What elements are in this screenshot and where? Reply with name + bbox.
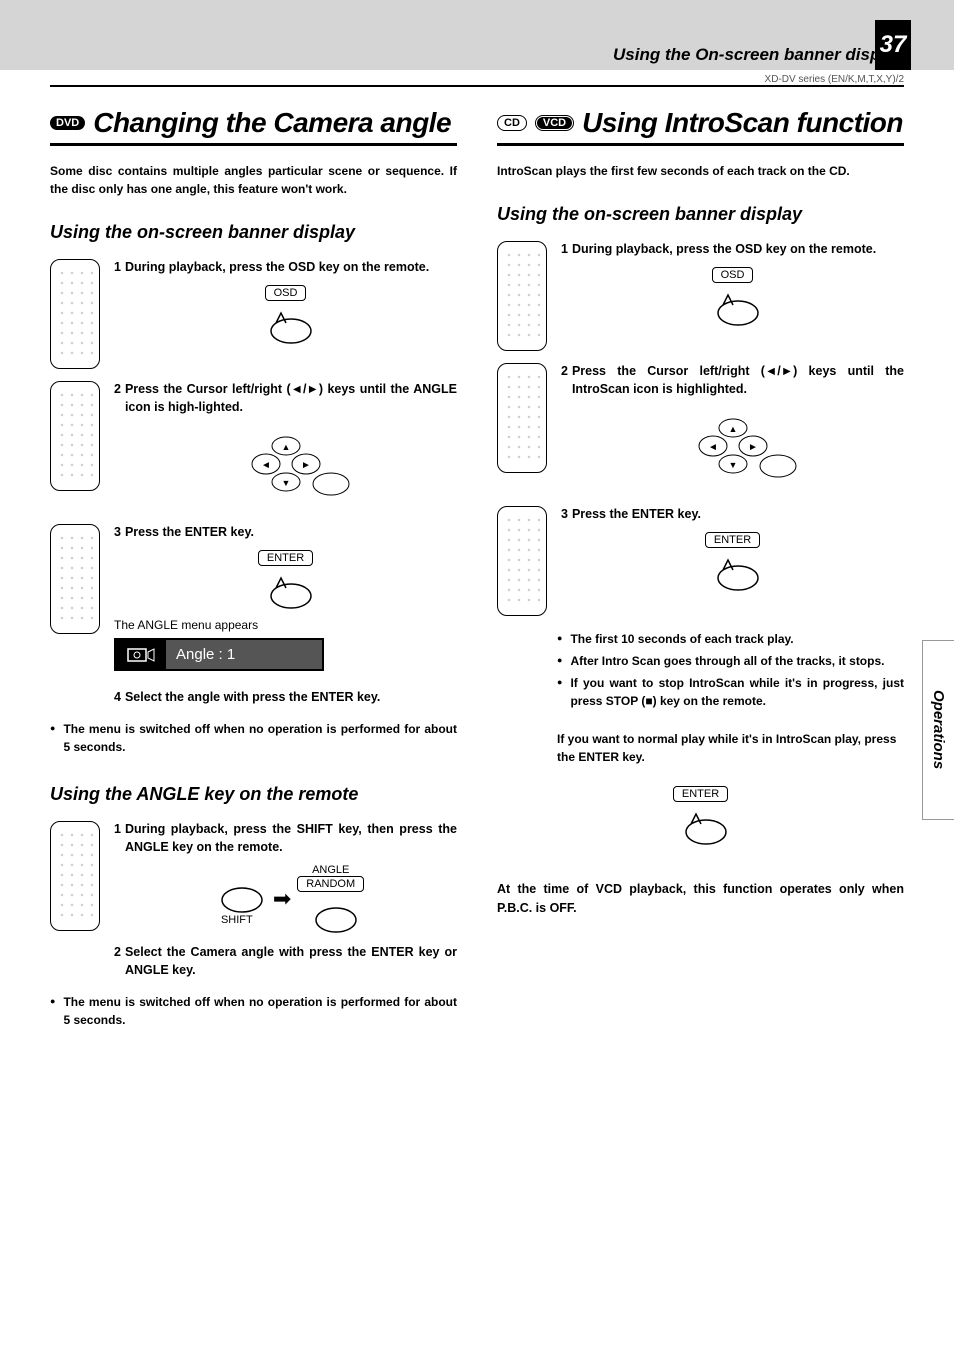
bullet-text: If you want to stop IntroScan while it's… xyxy=(570,674,904,710)
step-number: 2 xyxy=(114,944,121,979)
step-number: 1 xyxy=(114,259,121,277)
right-heading-text: Using IntroScan function xyxy=(582,107,903,139)
shift-label: SHIFT xyxy=(221,914,253,926)
left-column: DVD Changing the Camera angle Some disc … xyxy=(50,107,457,1033)
page-number: 37 xyxy=(875,20,911,70)
vcd-note: At the time of VCD playback, this functi… xyxy=(497,880,904,918)
svg-text:▲: ▲ xyxy=(281,442,290,452)
vcd-badge: VCD xyxy=(535,115,574,131)
svg-text:◄: ◄ xyxy=(708,442,718,453)
left-step2-1: 1 During playback, press the SHIFT key, … xyxy=(50,821,457,979)
heading-underline xyxy=(50,143,457,146)
heading-underline xyxy=(497,143,904,146)
side-tab-label: Operations xyxy=(930,690,947,769)
dpad-icon: ◄ ► ▲ ▼ xyxy=(663,406,803,486)
osd-key-label: OSD xyxy=(265,285,307,301)
step-number: 2 xyxy=(561,363,568,398)
remote-icon xyxy=(50,821,100,931)
header-title: Using the On-screen banner display xyxy=(613,45,904,65)
angle-menu: Angle : 1 xyxy=(114,638,324,671)
remote-icon xyxy=(50,381,100,491)
series-code: XD-DV series (EN/K,M,T,X,Y)/2 xyxy=(0,70,954,85)
right-intro: IntroScan plays the first few seconds of… xyxy=(497,162,904,180)
hand-press-icon xyxy=(256,303,316,345)
page-header-gray-bar: Using the On-screen banner display 37 xyxy=(0,0,954,70)
cd-badge: CD xyxy=(497,115,527,131)
angle-menu-text: Angle : 1 xyxy=(166,640,322,669)
note-text: The menu is switched off when no operati… xyxy=(63,720,457,756)
osd-key-label: OSD xyxy=(712,267,754,283)
step-number: 3 xyxy=(114,524,121,542)
hand-press-icon xyxy=(301,892,361,934)
hand-press-icon xyxy=(207,872,267,914)
svg-text:◄: ◄ xyxy=(261,460,271,471)
remote-icon xyxy=(497,363,547,473)
random-key-label: RANDOM xyxy=(297,876,364,892)
right-note-plain: If you want to normal play while it's in… xyxy=(557,730,904,766)
bullet-text: After Intro Scan goes through all of the… xyxy=(570,652,884,670)
step-number: 4 xyxy=(114,689,121,707)
left-main-heading: DVD Changing the Camera angle xyxy=(50,107,457,139)
svg-text:▼: ▼ xyxy=(281,478,290,488)
angle-caption: The ANGLE menu appears xyxy=(114,618,457,632)
hand-press-icon xyxy=(703,285,763,327)
svg-text:►: ► xyxy=(301,460,311,471)
remote-icon xyxy=(497,506,547,616)
left-sub2: Using the ANGLE key on the remote xyxy=(50,784,457,805)
hand-press-icon xyxy=(703,550,763,592)
note-text: The menu is switched off when no operati… xyxy=(63,993,457,1029)
step-text: Press the ENTER key. xyxy=(572,506,701,524)
angle-label: ANGLE xyxy=(312,864,349,876)
enter-key-label: ENTER xyxy=(673,786,728,802)
hand-press-icon xyxy=(256,568,316,610)
right-main-heading: CD VCD Using IntroScan function xyxy=(497,107,904,139)
step-text: During playback, press the OSD key on th… xyxy=(572,241,876,259)
step-text: Select the angle with press the ENTER ke… xyxy=(125,689,380,707)
left-step-3: 3 Press the ENTER key. ENTER The ANGLE m… xyxy=(50,524,457,671)
right-step-2: 2 Press the Cursor left/right (◄/►) keys… xyxy=(497,363,904,494)
step-text: Press the Cursor left/right (◄/►) keys u… xyxy=(572,363,904,398)
side-tab-operations: Operations xyxy=(922,640,954,820)
enter-key-label: ENTER xyxy=(258,550,313,566)
svg-text:▼: ▼ xyxy=(728,460,737,470)
step-text: During playback, press the OSD key on th… xyxy=(125,259,429,277)
right-bullet-list: The first 10 seconds of each track play.… xyxy=(557,630,904,710)
svg-text:▲: ▲ xyxy=(728,424,737,434)
left-heading-text: Changing the Camera angle xyxy=(93,107,451,139)
hand-press-icon xyxy=(671,804,731,846)
svg-text:►: ► xyxy=(748,442,758,453)
dvd-badge: DVD xyxy=(50,116,85,130)
bullet-text: The first 10 seconds of each track play. xyxy=(570,630,793,648)
dpad-icon: ◄ ► ▲ ▼ xyxy=(216,424,356,504)
remote-icon xyxy=(497,241,547,351)
right-column: CD VCD Using IntroScan function IntroSca… xyxy=(497,107,904,1033)
arrow-right-icon: ➡ xyxy=(273,888,291,910)
step-number: 1 xyxy=(114,821,121,856)
step-number: 1 xyxy=(561,241,568,259)
right-sub1: Using the on-screen banner display xyxy=(497,204,904,225)
right-step-3: 3 Press the ENTER key. ENTER xyxy=(497,506,904,616)
left-step-4: 4 Select the angle with press the ENTER … xyxy=(114,689,457,707)
step-text: Press the Cursor left/right (◄/►) keys u… xyxy=(125,381,457,416)
left-step-1: 1 During playback, press the OSD key on … xyxy=(50,259,457,369)
remote-icon xyxy=(50,524,100,634)
step-text: Press the ENTER key. xyxy=(125,524,254,542)
left-step-2: 2 Press the Cursor left/right (◄/►) keys… xyxy=(50,381,457,512)
vcd-badge-text: VCD xyxy=(537,117,572,129)
camera-angle-icon xyxy=(116,640,166,669)
left-intro: Some disc contains multiple angles parti… xyxy=(50,162,457,198)
remote-icon xyxy=(50,259,100,369)
step-number: 2 xyxy=(114,381,121,416)
left-note-list-1: The menu is switched off when no operati… xyxy=(50,720,457,756)
left-sub1: Using the on-screen banner display xyxy=(50,222,457,243)
step-number: 3 xyxy=(561,506,568,524)
right-step-1: 1 During playback, press the OSD key on … xyxy=(497,241,904,351)
enter-key-label: ENTER xyxy=(705,532,760,548)
step-text: Select the Camera angle with press the E… xyxy=(125,944,457,979)
step-text: During playback, press the SHIFT key, th… xyxy=(125,821,457,856)
left-note-list-2: The menu is switched off when no operati… xyxy=(50,993,457,1029)
